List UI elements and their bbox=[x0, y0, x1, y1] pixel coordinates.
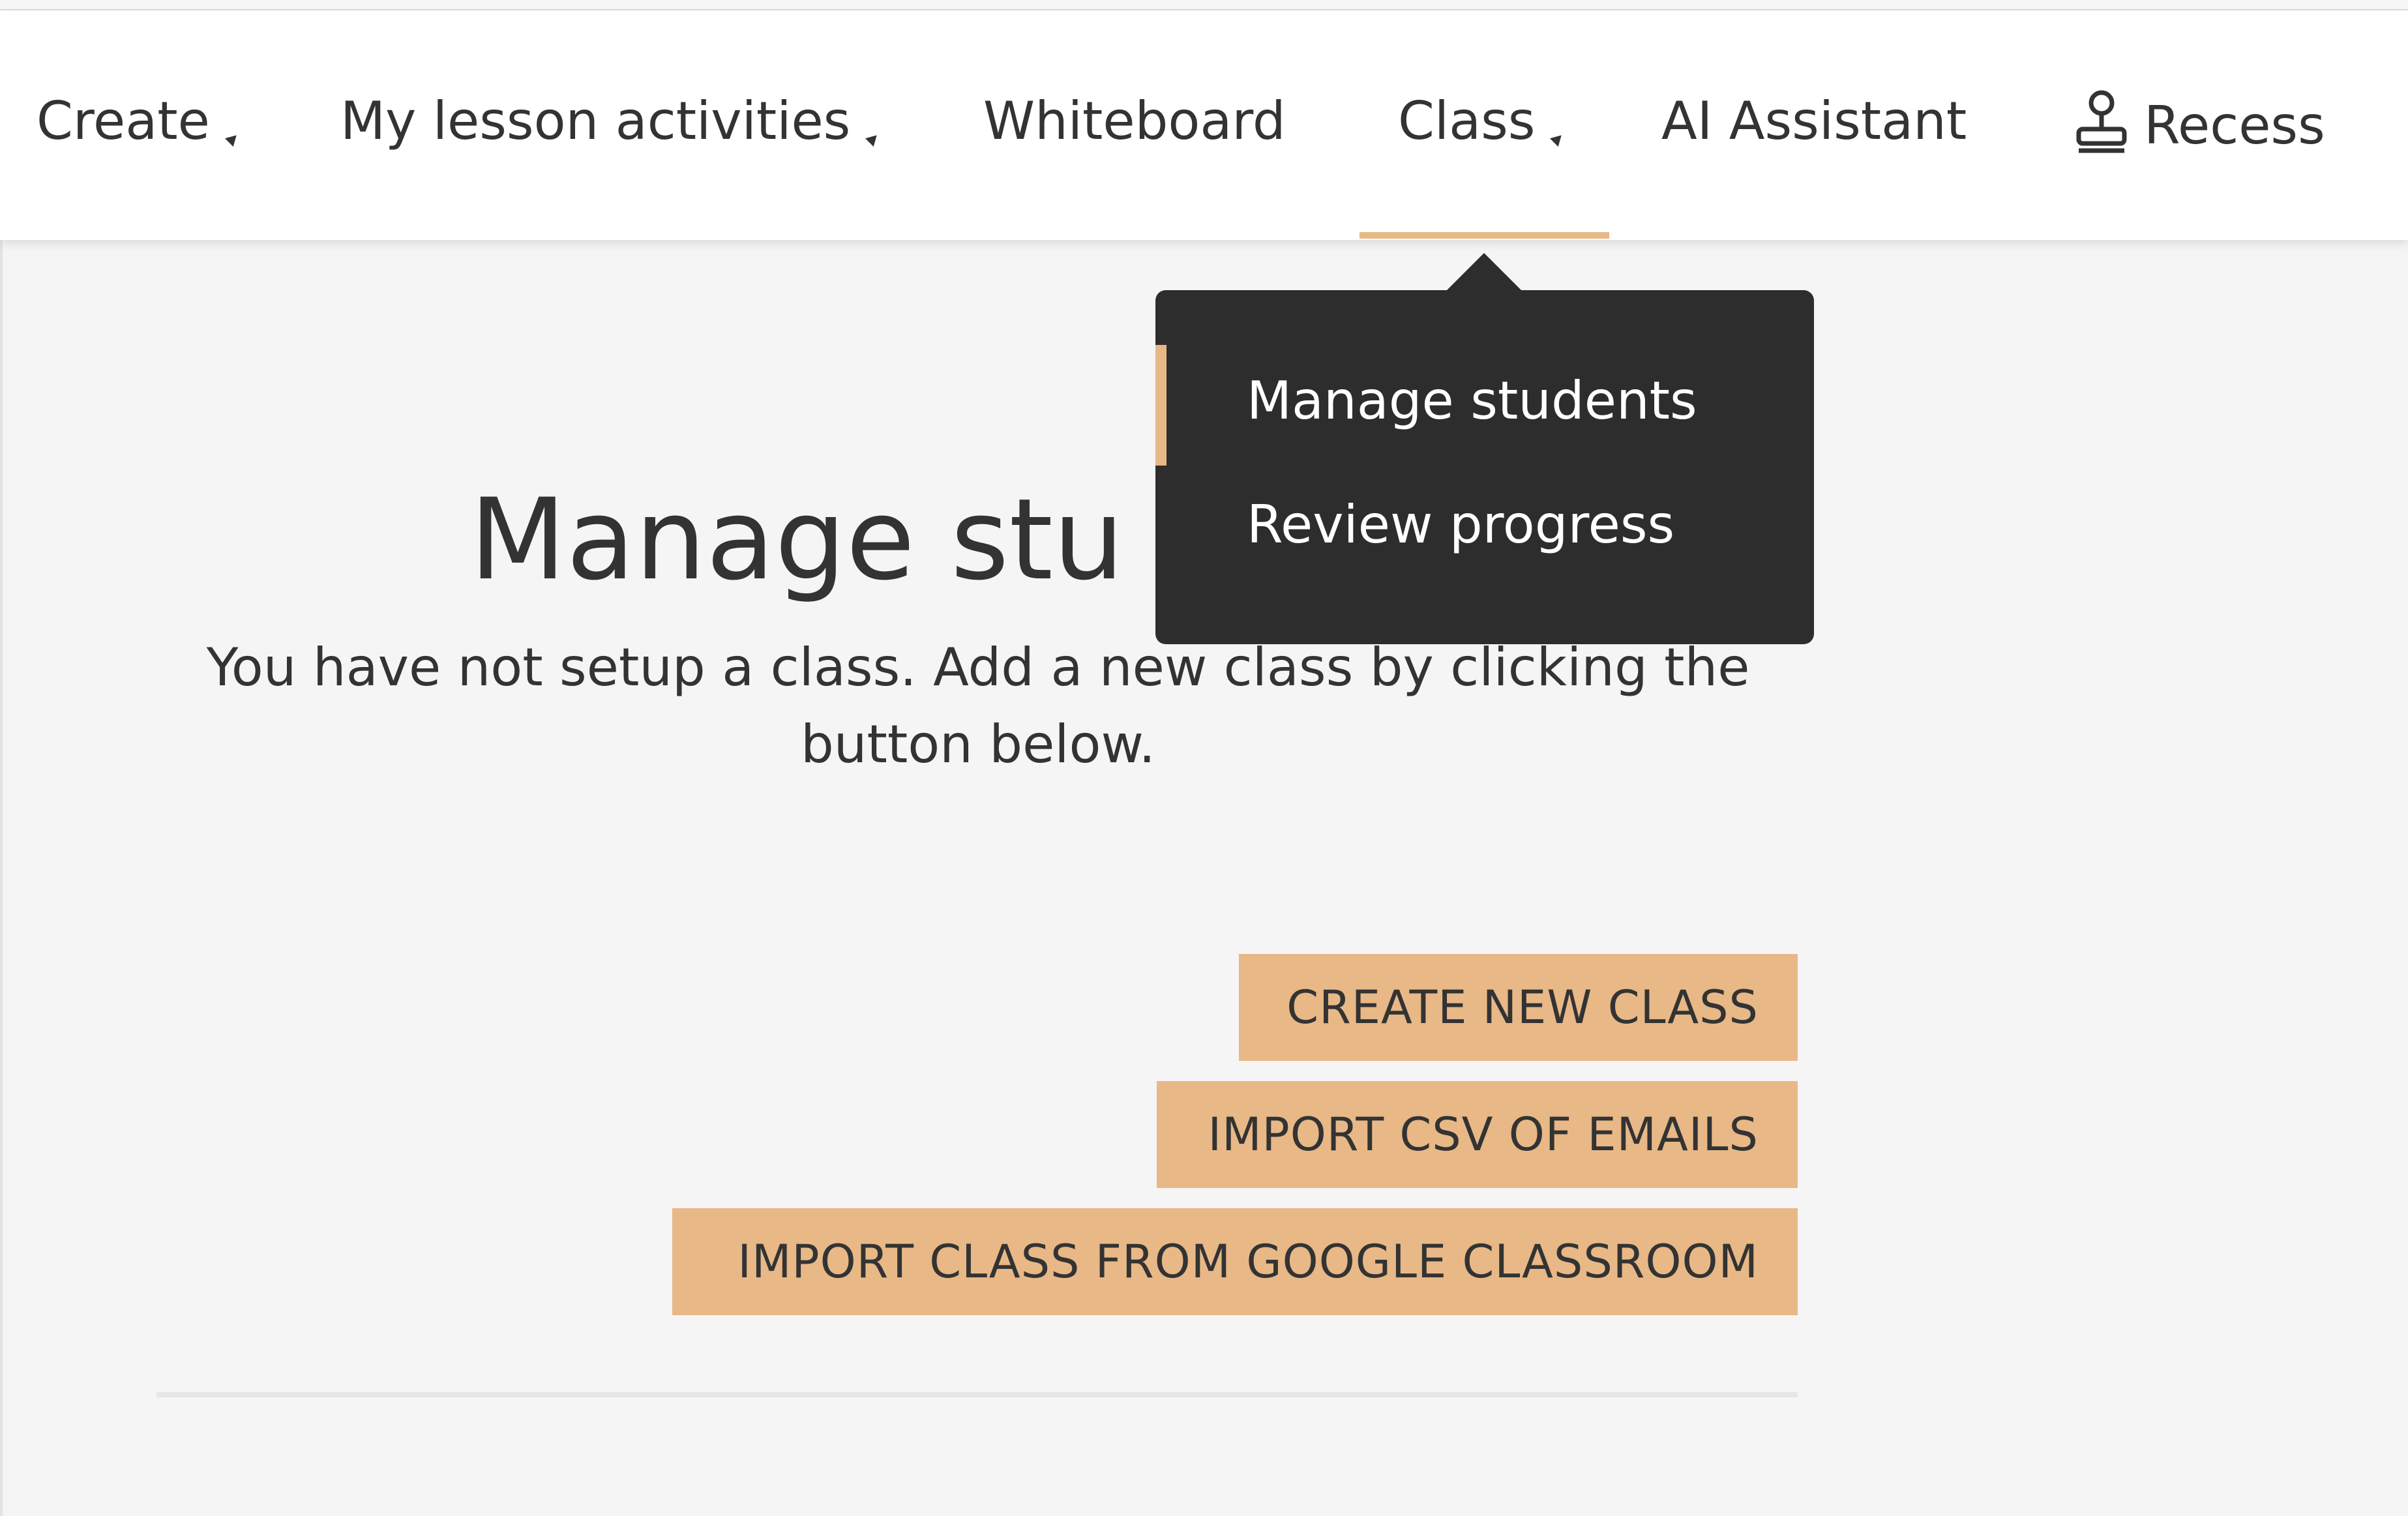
class-dropdown-menu: Manage students Review progress bbox=[1155, 290, 1814, 644]
menu-item-manage-students[interactable]: Manage students bbox=[1247, 368, 1697, 434]
nav-ai-assistant[interactable]: AI Assistant bbox=[1661, 89, 1967, 154]
empty-class-message: You have not setup a class. Add a new cl… bbox=[206, 637, 1750, 775]
caret-down-icon bbox=[1550, 130, 1566, 147]
page-title: Manage stu bbox=[469, 474, 1124, 605]
nav-class-label: Class bbox=[1398, 91, 1536, 151]
caret-down-icon bbox=[224, 130, 241, 147]
dropdown-active-accent bbox=[1155, 345, 1167, 466]
stamp-icon bbox=[2076, 90, 2127, 153]
nav-whiteboard[interactable]: Whiteboard bbox=[983, 89, 1286, 154]
nav-lessons-label: My lesson activities bbox=[340, 91, 851, 151]
nav-recess-label: Recess bbox=[2144, 95, 2325, 156]
dropdown-pointer bbox=[1445, 253, 1523, 292]
caret-down-icon bbox=[865, 130, 882, 147]
import-csv-button[interactable]: IMPORT CSV OF EMAILS bbox=[1157, 1081, 1798, 1188]
nav-whiteboard-label: Whiteboard bbox=[983, 91, 1286, 151]
nav-class-active-indicator bbox=[1360, 232, 1609, 239]
nav-my-lesson-activities[interactable]: My lesson activities bbox=[340, 89, 882, 154]
menu-item-review-progress[interactable]: Review progress bbox=[1247, 492, 1674, 557]
import-google-classroom-button[interactable]: IMPORT CLASS FROM GOOGLE CLASSROOM bbox=[672, 1208, 1798, 1315]
nav-ai-label: AI Assistant bbox=[1661, 91, 1967, 151]
nav-recess[interactable]: Recess bbox=[2074, 89, 2325, 158]
section-divider bbox=[156, 1392, 1798, 1397]
nav-create[interactable]: Create bbox=[37, 89, 241, 154]
nav-class[interactable]: Class bbox=[1398, 89, 1566, 154]
nav-create-label: Create bbox=[37, 91, 210, 151]
create-new-class-button[interactable]: CREATE NEW CLASS bbox=[1239, 954, 1798, 1061]
top-navbar: Create My lesson activities Whiteboard C… bbox=[0, 10, 2408, 240]
